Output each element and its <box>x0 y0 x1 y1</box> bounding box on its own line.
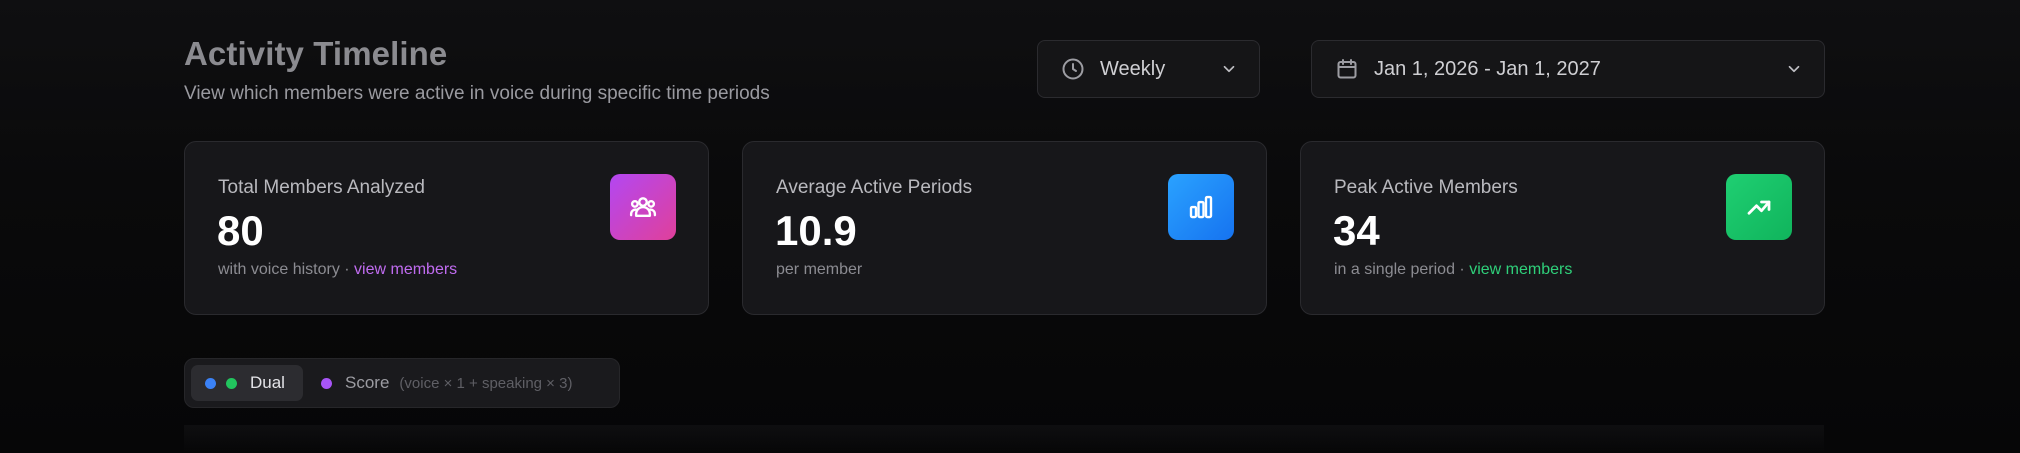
trending-up-icon <box>1726 174 1792 240</box>
score-color-dot <box>321 377 332 389</box>
speaking-color-dot <box>226 377 237 389</box>
stat-separator: · <box>1454 261 1470 278</box>
view-members-link[interactable]: view members <box>1469 261 1572 278</box>
mode-option-label: Dual <box>250 373 285 392</box>
stat-subtext: with voice history · view members <box>218 261 457 279</box>
chevron-down-icon <box>1784 59 1804 79</box>
chevron-down-icon <box>1219 59 1239 79</box>
view-members-link[interactable]: view members <box>354 261 457 278</box>
score-formula-hint: (voice × 1 + speaking × 3) <box>399 374 573 392</box>
mode-option-dual[interactable]: Dual <box>191 365 303 401</box>
stat-value: 34 <box>1333 207 1380 254</box>
date-range-value: Jan 1, 2026 - Jan 1, 2027 <box>1374 57 1601 80</box>
stat-card-average-active-periods: Average Active Periods 10.9 per member <box>742 141 1267 315</box>
stat-subtext: per member <box>776 261 863 278</box>
period-select[interactable]: Weekly <box>1037 40 1260 98</box>
stat-label: Total Members Analyzed <box>218 177 425 198</box>
clock-icon <box>1060 56 1086 82</box>
stat-subtext-text: with voice history <box>218 261 340 278</box>
stat-card-total-members: Total Members Analyzed 80 with voice his… <box>184 141 709 315</box>
page-title: Activity Timeline <box>184 35 448 72</box>
page-subtitle: View which members were active in voice … <box>184 83 770 104</box>
stat-label: Peak Active Members <box>1334 177 1518 198</box>
page-header: Activity Timeline View which members wer… <box>184 35 1825 105</box>
stat-subtext-text: in a single period <box>1334 261 1455 278</box>
stat-value: 80 <box>217 207 264 254</box>
mode-option-score[interactable]: Score (voice × 1 + speaking × 3) <box>321 365 572 401</box>
stat-card-peak-active-members: Peak Active Members 34 in a single perio… <box>1300 141 1825 315</box>
view-mode-toggle: Dual Score (voice × 1 + speaking × 3) <box>184 358 620 408</box>
voice-color-dot <box>205 377 216 389</box>
calendar-icon <box>1334 56 1360 82</box>
date-range-select[interactable]: Jan 1, 2026 - Jan 1, 2027 <box>1311 40 1825 98</box>
stat-value: 10.9 <box>775 207 857 254</box>
stat-label: Average Active Periods <box>776 177 973 198</box>
activity-timeline-page: Activity Timeline View which members wer… <box>0 0 2020 453</box>
period-select-value: Weekly <box>1100 57 1166 80</box>
stat-separator: · <box>339 261 355 278</box>
mode-option-label: Score <box>345 373 390 392</box>
bar-chart-icon <box>1168 174 1234 240</box>
timeline-panel-edge <box>184 425 1824 453</box>
users-icon <box>610 174 676 240</box>
stat-subtext: in a single period · view members <box>1334 261 1572 279</box>
